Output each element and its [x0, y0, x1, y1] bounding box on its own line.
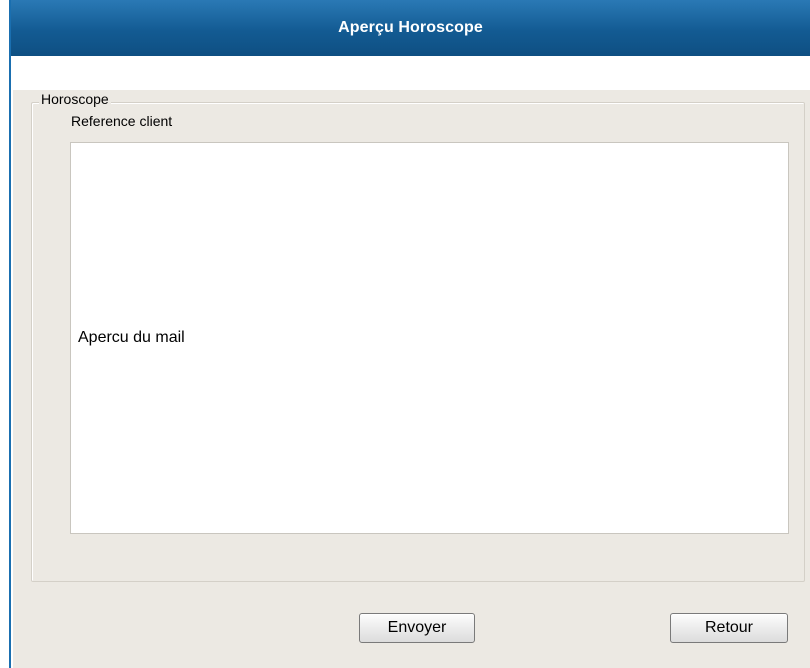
horoscope-legend: Horoscope: [39, 91, 111, 107]
send-button[interactable]: Envoyer: [359, 613, 475, 643]
horoscope-preview-window: Aperçu Horoscope Horoscope Reference cli…: [0, 0, 810, 668]
back-button[interactable]: Retour: [670, 613, 788, 643]
mail-preview-text: Apercu du mail: [78, 329, 185, 346]
mail-preview-area[interactable]: Apercu du mail: [70, 142, 789, 534]
window-title: Aperçu Horoscope: [338, 19, 483, 36]
reference-client-label: Reference client: [71, 113, 173, 129]
window-left-border: [0, 0, 11, 668]
content-panel: Horoscope Reference client Apercu du mai…: [13, 90, 810, 668]
title-bar: Aperçu Horoscope: [11, 0, 810, 56]
